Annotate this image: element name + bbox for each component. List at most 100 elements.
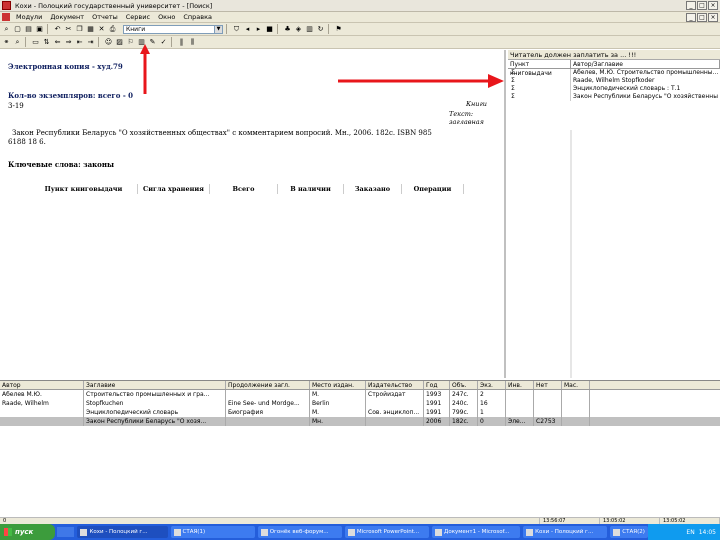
- forward-icon[interactable]: ▸: [254, 25, 263, 34]
- check-icon[interactable]: ✓: [159, 38, 168, 47]
- cell-title-cont: Eine See- und Mordge...: [226, 399, 310, 408]
- task-label: Microsoft PowerPoint...: [356, 529, 420, 535]
- column-author[interactable]: Автор: [0, 381, 84, 389]
- list-item[interactable]: Σ Raade, Wilhelm Stopfkoder: [508, 77, 720, 85]
- task-label: СТАЯ(2): [622, 529, 645, 535]
- column-missing[interactable]: Нет: [534, 381, 562, 389]
- flag-icon[interactable]: ⚐: [126, 38, 135, 47]
- column-inventory[interactable]: Инв.: [506, 381, 534, 389]
- list-item[interactable]: Σ Закон Республики Беларусь "О хозяйстве…: [508, 93, 720, 101]
- sort-icon[interactable]: ⇅: [42, 38, 51, 47]
- maximize-button[interactable]: □: [697, 1, 707, 10]
- exit-icon[interactable]: ⚑: [334, 25, 343, 34]
- menu-document[interactable]: Документ: [46, 13, 88, 21]
- book-description-panel: Электронная копия - худ.79 Кол-во экземп…: [0, 50, 506, 378]
- minimize-button[interactable]: _: [686, 1, 696, 10]
- table-row[interactable]: Энциклопедический словарь Биография М. С…: [0, 408, 720, 417]
- table-row[interactable]: Абелев М.Ю. Строительство промышленных и…: [0, 390, 720, 399]
- task-button[interactable]: Кохи - Полоцкий г...: [77, 526, 168, 538]
- table-row-selected[interactable]: Закон Республики Беларусь "О хозя... Мн.…: [0, 417, 720, 426]
- task-button[interactable]: Огонёк веб-форум...: [257, 526, 342, 538]
- column-total: Всего: [210, 184, 278, 194]
- paste-icon[interactable]: ▦: [86, 25, 95, 34]
- start-button[interactable]: пуск: [0, 524, 55, 540]
- binoculars-icon[interactable]: ⚭: [2, 38, 11, 47]
- toolbar-separator: [171, 37, 172, 47]
- menu-service[interactable]: Сервис: [122, 13, 154, 21]
- cell-inventory: [506, 408, 534, 417]
- delete-icon[interactable]: ✕: [97, 25, 106, 34]
- undo-icon[interactable]: ↶: [53, 25, 62, 34]
- column-publisher[interactable]: Издательство: [366, 381, 424, 389]
- mdi-close-button[interactable]: ×: [708, 12, 718, 22]
- document-icon[interactable]: [2, 13, 10, 21]
- task-button[interactable]: Microsoft PowerPoint...: [344, 526, 430, 538]
- column-available: В наличии: [278, 184, 344, 194]
- holdings-table-header: Пункт книговыдачи Сигла хранения Всего В…: [30, 184, 464, 194]
- reader-icon[interactable]: ☺: [104, 38, 113, 47]
- column-title[interactable]: Заглавие: [84, 381, 226, 389]
- find-icon[interactable]: ⌕: [13, 38, 22, 47]
- tree-icon[interactable]: ♣: [283, 25, 292, 34]
- column-year[interactable]: Год: [424, 381, 450, 389]
- annotation-arrow-right: [338, 74, 504, 88]
- task-button[interactable]: СТАЯ(2): [610, 526, 648, 538]
- list-item[interactable]: Σ Энциклопедический словарь : Т.1: [508, 85, 720, 93]
- arrow-right-icon[interactable]: ⇒: [64, 38, 73, 47]
- filter-icon[interactable]: ⛉: [232, 25, 241, 34]
- menu-reports[interactable]: Отчеты: [88, 13, 122, 21]
- menu-help[interactable]: Справка: [179, 13, 216, 21]
- copy-icon[interactable]: ❐: [75, 25, 84, 34]
- last-icon[interactable]: ⇥: [86, 38, 95, 47]
- debt-column-author-title[interactable]: Автор/Заглавие: [571, 60, 720, 68]
- split-icon[interactable]: ⫼: [188, 38, 197, 47]
- back-icon[interactable]: ◂: [243, 25, 252, 34]
- first-icon[interactable]: ⇤: [75, 38, 84, 47]
- task-button[interactable]: СТАЯ(1): [170, 526, 255, 538]
- tag-icon[interactable]: ◈: [294, 25, 303, 34]
- cell-place: Berlin: [310, 399, 366, 408]
- column-issue-point: Пункт книговыдачи: [30, 184, 138, 194]
- table-row[interactable]: Raade, Wilhelm Stopfkuchen Eine See- und…: [0, 399, 720, 408]
- mdi-minimize-button[interactable]: _: [686, 12, 696, 22]
- debt-item-text: Закон Республики Беларусь "О хозяйственн…: [573, 93, 718, 100]
- column-operations: Операции: [402, 184, 464, 194]
- book-icon[interactable]: ▭: [31, 38, 40, 47]
- open-icon[interactable]: ▤: [24, 25, 33, 34]
- grid-icon[interactable]: ▥: [305, 25, 314, 34]
- chevron-down-icon[interactable]: ▼: [214, 25, 222, 33]
- menu-window[interactable]: Окно: [154, 13, 179, 21]
- language-indicator[interactable]: EN: [686, 529, 694, 536]
- save-icon[interactable]: ▣: [35, 25, 44, 34]
- task-button[interactable]: Кохи - Полоцкий г...: [523, 526, 608, 538]
- column-place[interactable]: Место издан.: [310, 381, 366, 389]
- task-button[interactable]: Документ1 - Microsof...: [432, 526, 521, 538]
- search-icon[interactable]: ⌕: [2, 25, 11, 34]
- task-label: Кохи - Полоцкий г...: [535, 529, 594, 535]
- arrow-left-icon[interactable]: ⇐: [53, 38, 62, 47]
- refresh-icon[interactable]: ↻: [316, 25, 325, 34]
- export-icon[interactable]: ▨: [115, 38, 124, 47]
- cell-volume: 247с.: [450, 390, 478, 399]
- cell-inventory: [506, 399, 534, 408]
- column-copies[interactable]: Экз.: [478, 381, 506, 389]
- quick-launch[interactable]: [56, 527, 75, 537]
- print-icon[interactable]: ⎙: [108, 25, 117, 34]
- mdi-restore-button[interactable]: □: [697, 12, 707, 22]
- close-button[interactable]: ×: [708, 1, 718, 10]
- stop-icon[interactable]: ■: [265, 25, 274, 34]
- document-type-select[interactable]: Книги ▼: [123, 24, 223, 34]
- menu-modules[interactable]: Модули: [12, 13, 46, 21]
- debt-column-issue-point[interactable]: Пункт книговыдачи: [508, 60, 571, 77]
- cell-mass: [562, 408, 590, 417]
- column-mass[interactable]: Мас.: [562, 381, 590, 389]
- cut-icon[interactable]: ✂: [64, 25, 73, 34]
- pause-icon[interactable]: ‖: [177, 38, 186, 47]
- debt-item-text: Абелев, М.Ю. Строительство промышленны..…: [573, 69, 719, 76]
- electronic-copy-link[interactable]: Электронная копия - худ.79: [8, 62, 123, 71]
- list-item[interactable]: Σ Абелев, М.Ю. Строительство промышленны…: [508, 69, 720, 77]
- cell-volume: 799с.: [450, 408, 478, 417]
- new-icon[interactable]: ▢: [13, 25, 22, 34]
- column-title-cont[interactable]: Продолжение загл.: [226, 381, 310, 389]
- column-volume[interactable]: Объ.: [450, 381, 478, 389]
